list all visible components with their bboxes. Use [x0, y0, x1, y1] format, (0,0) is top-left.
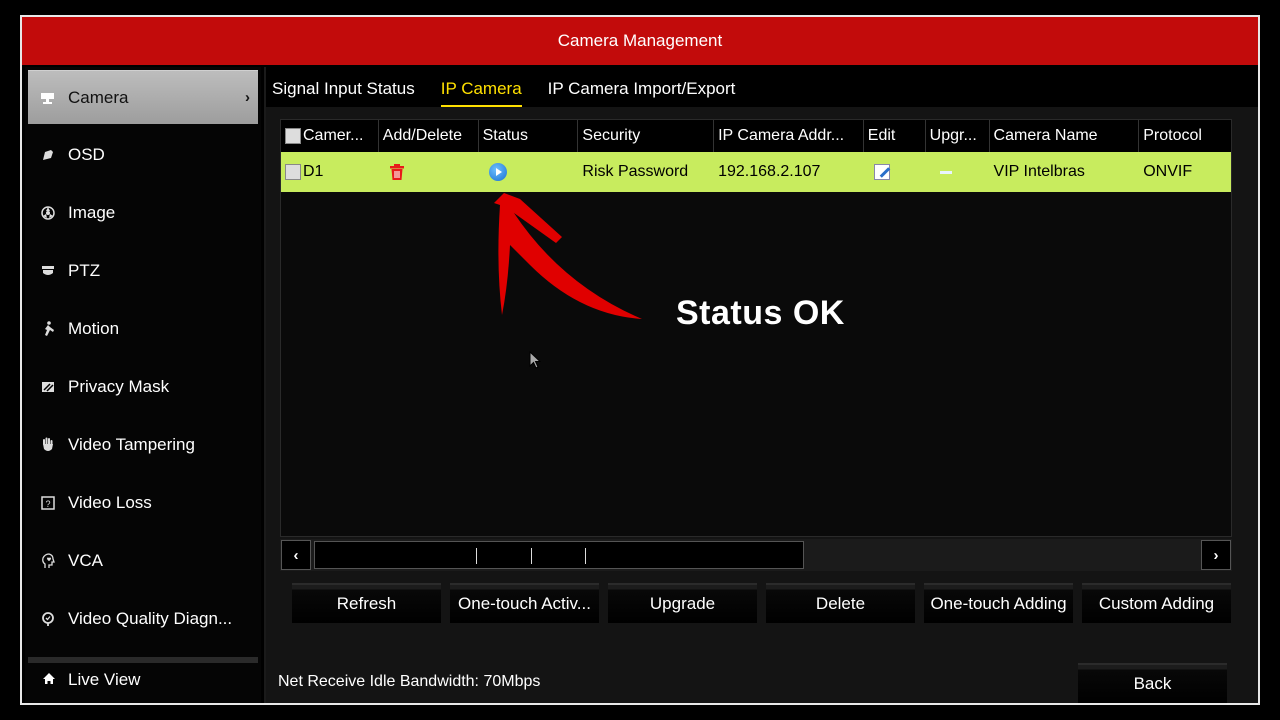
image-icon — [40, 205, 56, 221]
sidebar-item-label: Camera — [68, 87, 129, 107]
svg-text:?: ? — [45, 499, 50, 509]
scrollbar-thumb[interactable] — [314, 541, 804, 569]
home-icon — [42, 672, 56, 689]
tab-ip-camera-import-export[interactable]: IP Camera Import/Export — [548, 79, 736, 107]
column-header-status[interactable]: Status — [479, 120, 579, 152]
sidebar-item-label: Privacy Mask — [68, 377, 170, 396]
sidebar-item-video-quality-diagnostics[interactable]: Video Quality Diagn... — [28, 592, 258, 646]
table-row[interactable]: D1 Risk Password 192.168.2.107 VIP Intel… — [281, 152, 1231, 192]
sidebar-item-label: VCA — [68, 551, 103, 570]
play-icon[interactable] — [488, 163, 507, 181]
column-header-ip-address[interactable]: IP Camera Addr... — [714, 120, 864, 152]
privacy-mask-icon — [40, 379, 56, 395]
sidebar-item-camera[interactable]: Camera › — [28, 70, 258, 124]
sidebar: Camera › OSD Image PTZ Motion Privacy Ma… — [25, 67, 261, 703]
one-touch-adding-button[interactable]: One-touch Adding — [924, 583, 1073, 623]
annotation-text: Status OK — [676, 294, 845, 332]
horizontal-scrollbar[interactable]: ‹ › — [280, 539, 1232, 571]
live-view-button[interactable]: Live View — [28, 657, 258, 697]
cell-add-delete — [379, 152, 479, 192]
sidebar-item-label: Video Loss — [68, 493, 152, 512]
main-content: Signal Input Status IP Camera IP Camera … — [264, 67, 1258, 703]
check-circle-icon — [40, 611, 56, 627]
cell-upgrade — [926, 152, 990, 192]
sidebar-item-vca[interactable]: VCA — [28, 534, 258, 588]
sidebar-item-video-loss[interactable]: ? Video Loss — [28, 476, 258, 530]
sidebar-item-video-tampering[interactable]: Video Tampering — [28, 418, 258, 472]
ptz-icon — [40, 263, 56, 279]
back-button[interactable]: Back — [1078, 663, 1227, 703]
tab-ip-camera[interactable]: IP Camera — [440, 79, 522, 107]
edit-icon[interactable] — [873, 164, 890, 180]
delete-icon[interactable] — [389, 164, 404, 180]
scroll-left-button[interactable]: ‹ — [281, 540, 311, 570]
dash-icon — [939, 170, 952, 174]
sidebar-item-label: Video Tampering — [68, 435, 195, 454]
cell-camera: D1 — [281, 152, 379, 192]
select-all-checkbox[interactable] — [285, 128, 301, 144]
cell-protocol: ONVIF — [1143, 163, 1193, 180]
sidebar-item-label: OSD — [68, 145, 105, 164]
cell-camera-name: VIP Intelbras — [993, 163, 1085, 180]
scroll-right-button[interactable]: › — [1201, 540, 1231, 570]
ip-camera-panel: Camer... Add/Delete Status Security IP C… — [266, 107, 1258, 703]
upgrade-button[interactable]: Upgrade — [608, 583, 757, 623]
column-header-upgrade[interactable]: Upgr... — [926, 120, 990, 152]
grip-line — [531, 548, 532, 564]
camera-icon — [40, 90, 56, 106]
column-header-edit[interactable]: Edit — [864, 120, 926, 152]
live-view-label: Live View — [68, 670, 141, 689]
question-box-icon: ? — [40, 495, 56, 511]
sidebar-item-image[interactable]: Image — [28, 186, 258, 240]
cell-ip-address: 192.168.2.107 — [718, 163, 821, 180]
tab-bar: Signal Input Status IP Camera IP Camera … — [272, 79, 735, 107]
column-header-camera-name[interactable]: Camera Name — [990, 120, 1140, 152]
one-touch-activate-button[interactable]: One-touch Activ... — [450, 583, 599, 623]
bandwidth-status: Net Receive Idle Bandwidth: 70Mbps — [278, 673, 541, 690]
row-checkbox[interactable] — [285, 164, 301, 180]
sidebar-item-label: Video Quality Diagn... — [68, 609, 233, 628]
tab-signal-input-status[interactable]: Signal Input Status — [272, 79, 415, 107]
grip-line — [585, 548, 586, 564]
hand-icon — [40, 437, 56, 453]
table-header: Camer... Add/Delete Status Security IP C… — [281, 120, 1231, 152]
sidebar-item-label: Motion — [68, 319, 120, 338]
delete-button[interactable]: Delete — [766, 583, 915, 623]
cell-edit — [864, 152, 926, 192]
chevron-right-icon: › — [245, 89, 250, 106]
action-buttons: Refresh One-touch Activ... Upgrade Delet… — [292, 583, 1231, 623]
sidebar-item-ptz[interactable]: PTZ — [28, 244, 258, 298]
custom-adding-button[interactable]: Custom Adding — [1082, 583, 1231, 623]
column-header-security[interactable]: Security — [578, 120, 715, 152]
sidebar-item-label: PTZ — [68, 261, 101, 280]
sidebar-item-label: Image — [68, 203, 116, 222]
column-header-add-delete[interactable]: Add/Delete — [379, 120, 479, 152]
window-title: Camera Management — [22, 17, 1258, 65]
sidebar-item-osd[interactable]: OSD — [28, 128, 258, 182]
grip-line — [476, 548, 477, 564]
column-header-protocol[interactable]: Protocol — [1139, 120, 1231, 152]
sidebar-item-motion[interactable]: Motion — [28, 302, 258, 356]
motion-icon — [40, 321, 56, 337]
refresh-button[interactable]: Refresh — [292, 583, 441, 623]
head-icon — [40, 553, 56, 569]
annotation-arrow-icon — [494, 193, 642, 319]
sidebar-item-privacy-mask[interactable]: Privacy Mask — [28, 360, 258, 414]
mouse-cursor-icon — [529, 351, 542, 369]
camera-management-window: Camera Management Camera › OSD Image PTZ… — [20, 15, 1260, 705]
osd-icon — [40, 147, 56, 163]
column-header-camera[interactable]: Camer... — [281, 120, 379, 152]
